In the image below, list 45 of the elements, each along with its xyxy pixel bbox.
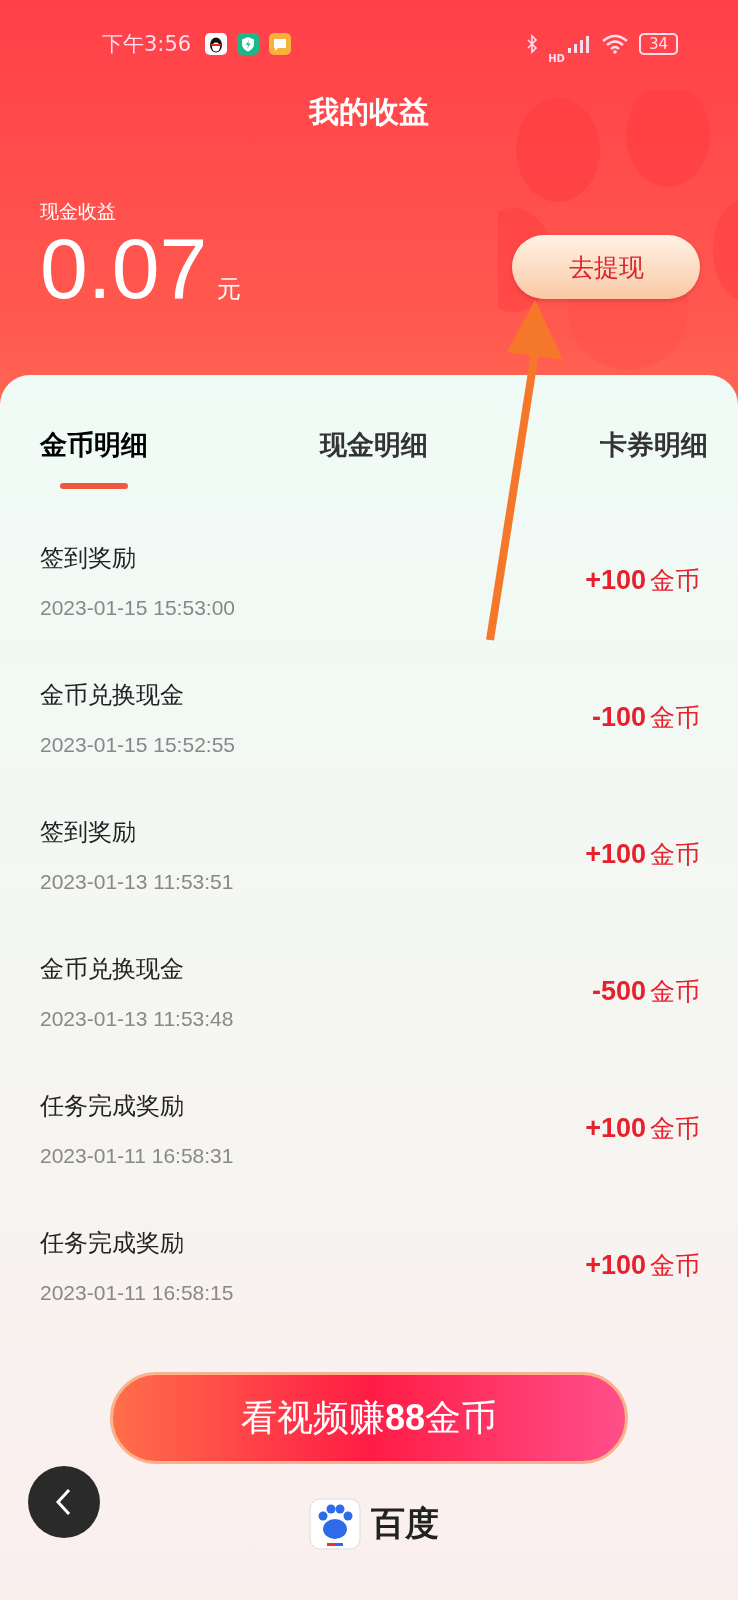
record-time: 2023-01-11 16:58:15 [40, 1280, 234, 1305]
shield-icon [237, 33, 260, 55]
record-amount: -500 [591, 976, 646, 1008]
page-title: 我的收益 [307, 93, 430, 131]
record-title: 签到奖励 [40, 542, 137, 574]
record-time: 2023-01-15 15:53:00 [40, 595, 235, 620]
record-time: 2023-01-15 15:52:55 [40, 732, 235, 757]
wifi-icon [600, 34, 629, 54]
withdraw-button[interactable]: 去提现 [512, 235, 700, 299]
record-unit: 金币 [650, 976, 700, 1009]
record-time: 2023-01-13 11:53:48 [40, 1006, 234, 1031]
record-amount: +100 [585, 1250, 646, 1282]
record-unit: 金币 [650, 702, 700, 735]
penguin-icon [205, 33, 228, 55]
record-unit: 金币 [650, 1250, 700, 1283]
record-amount: +100 [585, 839, 646, 871]
record-unit: 金币 [650, 839, 700, 872]
status-time: 下午3:56 [102, 31, 192, 58]
paw-logo-icon [309, 1498, 361, 1550]
tab[interactable]: 现金明细 [320, 425, 428, 465]
record-title: 任务完成奖励 [40, 1090, 185, 1122]
record-title: 金币兑换现金 [40, 679, 185, 711]
record-amount: -100 [591, 702, 646, 734]
battery-level: 34 [638, 33, 678, 55]
balance-label: 现金收益 [40, 199, 117, 224]
currency-unit: 元 [217, 274, 242, 305]
signal-icon [566, 34, 591, 54]
record-unit: 金币 [650, 565, 700, 598]
message-icon [269, 33, 292, 55]
record-title: 签到奖励 [40, 816, 137, 848]
tab[interactable]: 金币明细 [40, 425, 148, 465]
bluetooth-icon [526, 34, 539, 54]
network-type: HD [548, 52, 565, 64]
record-time: 2023-01-11 16:58:31 [40, 1143, 234, 1168]
record-title: 任务完成奖励 [40, 1227, 185, 1259]
record-title: 金币兑换现金 [40, 953, 185, 985]
record-amount: +100 [585, 565, 646, 597]
tab-indicator [60, 483, 128, 489]
record-unit: 金币 [650, 1113, 700, 1146]
record-amount: +100 [585, 1113, 646, 1145]
balance-amount: 0.07 [40, 225, 208, 311]
watch-video-button[interactable]: 看视频赚88金币 [110, 1372, 628, 1464]
logo-text: 百度 [371, 1502, 439, 1545]
tab[interactable]: 卡券明细 [600, 425, 708, 465]
record-time: 2023-01-13 11:53:51 [40, 869, 234, 894]
